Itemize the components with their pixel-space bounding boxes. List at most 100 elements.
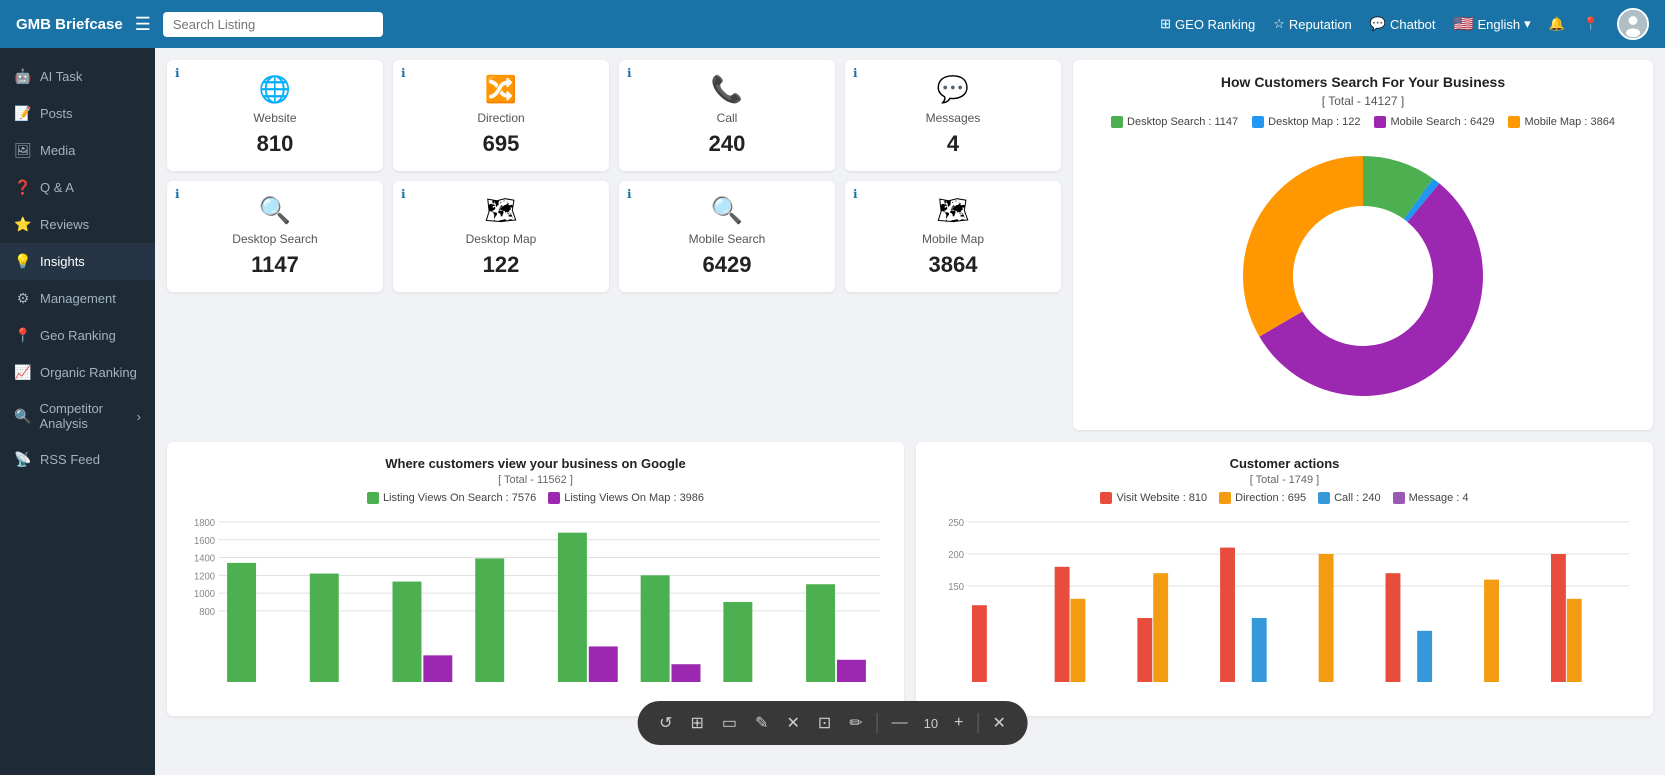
action-bar: [1055, 567, 1070, 682]
info-icon-desktop-map: ℹ: [401, 187, 406, 201]
sidebar-item-ai-task[interactable]: 🤖 AI Task: [0, 58, 155, 95]
legend-dot: [1374, 116, 1386, 128]
sidebar-item-competitor-analysis[interactable]: 🔍 Competitor Analysis ›: [0, 391, 155, 441]
legend-dot: [1252, 116, 1264, 128]
toolbar-close[interactable]: ✕: [986, 709, 1011, 737]
user-avatar[interactable]: [1617, 8, 1649, 40]
location-icon[interactable]: 📍: [1583, 16, 1599, 32]
legend-dot: [1219, 492, 1231, 504]
sidebar-item-organic-ranking[interactable]: 📈 Organic Ranking: [0, 354, 155, 391]
sidebar-label-organic-ranking: Organic Ranking: [40, 365, 137, 380]
sidebar-item-qa[interactable]: ❓ Q & A: [0, 169, 155, 206]
stat-card-call: ℹ 📞 Call 240: [619, 60, 835, 171]
bar-chart-1-svg: 18001600140012001000800: [181, 512, 890, 702]
stat-label-desktop-map: Desktop Map: [466, 232, 537, 246]
info-icon-website: ℹ: [175, 66, 180, 80]
legend-label: Desktop Search : 1147: [1127, 116, 1238, 128]
chart-legend-item: Listing Views On Map : 3986: [548, 492, 704, 504]
flag-icon: 🇺🇸: [1454, 14, 1474, 34]
info-icon-mobile-search: ℹ: [627, 187, 632, 201]
stats-column: ℹ 🌐 Website 810 ℹ 🔀 Direction 695 ℹ 📞 Ca…: [167, 60, 1061, 430]
action-bar: [1417, 631, 1432, 682]
sidebar-label-reviews: Reviews: [40, 217, 89, 232]
bar-chart-2-area: 250200150: [930, 512, 1639, 702]
toolbar-cross[interactable]: ✕: [780, 709, 805, 737]
stat-label-mobile-search: Mobile Search: [689, 232, 766, 246]
sidebar-label-posts: Posts: [40, 106, 73, 121]
stat-card-mobile-map: ℹ 🗺 Mobile Map 3864: [845, 181, 1061, 292]
svg-text:150: 150: [948, 582, 964, 593]
competitor-analysis-icon: 🔍: [14, 408, 31, 425]
bar-chart-1-area: 18001600140012001000800: [181, 512, 890, 702]
action-bar: [1319, 554, 1334, 682]
sidebar-item-posts[interactable]: 📝 Posts: [0, 95, 155, 132]
toolbar-plus[interactable]: +: [948, 710, 969, 736]
sidebar-label-rss-feed: RSS Feed: [40, 452, 100, 467]
svg-text:200: 200: [948, 550, 964, 561]
stat-label-call: Call: [717, 111, 738, 125]
toolbar-select[interactable]: ⊡: [812, 709, 837, 737]
notification-icon[interactable]: 🔔: [1549, 16, 1565, 32]
donut-legend: Desktop Search : 1147Desktop Map : 122Mo…: [1087, 116, 1639, 128]
search-input[interactable]: [163, 12, 383, 37]
legend-dot: [367, 492, 379, 504]
legend-label: Listing Views On Map : 3986: [564, 492, 704, 504]
donut-chart-card: How Customers Search For Your Business […: [1073, 60, 1653, 430]
toolbar-undo[interactable]: ↺: [653, 709, 678, 737]
legend-label: Desktop Map : 122: [1268, 116, 1360, 128]
action-bar: [1071, 599, 1086, 682]
qa-icon: ❓: [14, 179, 32, 196]
toolbar-count: 10: [920, 716, 942, 731]
legend-label: Call : 240: [1334, 492, 1380, 504]
stat-value-mobile-map: 3864: [929, 252, 978, 278]
sidebar-item-reviews[interactable]: ⭐ Reviews: [0, 206, 155, 243]
toolbar-arrow[interactable]: ✎: [749, 709, 774, 737]
sidebar-item-media[interactable]: 🖼 Media: [0, 132, 155, 169]
info-icon-direction: ℹ: [401, 66, 406, 80]
bar-map: [589, 646, 618, 682]
donut-legend-item: Desktop Map : 122: [1252, 116, 1360, 128]
toolbar-minus[interactable]: —: [886, 710, 914, 736]
sidebar-item-management[interactable]: ⚙ Management: [0, 280, 155, 317]
bar-search: [806, 584, 835, 682]
svg-text:1000: 1000: [194, 589, 216, 600]
sidebar-item-insights[interactable]: 💡 Insights: [0, 243, 155, 280]
chatbot-nav[interactable]: 💬 Chatbot: [1370, 16, 1436, 32]
chart-legend-item: Listing Views On Search : 7576: [367, 492, 536, 504]
organic-ranking-icon: 📈: [14, 364, 32, 381]
chart-legend-item: Direction : 695: [1219, 492, 1306, 504]
chevron-right-icon: ›: [137, 409, 141, 424]
stat-value-call: 240: [709, 131, 746, 157]
toolbar-pen[interactable]: ✏: [843, 709, 868, 737]
hamburger-icon[interactable]: ☰: [135, 14, 151, 35]
top-section: ℹ 🌐 Website 810 ℹ 🔀 Direction 695 ℹ 📞 Ca…: [167, 60, 1653, 430]
stat-label-mobile-map: Mobile Map: [922, 232, 984, 246]
bar-chart-2-card: Customer actions [ Total - 1749 ] Visit …: [916, 442, 1653, 716]
action-bar: [1551, 554, 1566, 682]
info-icon-mobile-map: ℹ: [853, 187, 858, 201]
language-nav[interactable]: 🇺🇸 English ▾: [1454, 14, 1531, 34]
insights-icon: 💡: [14, 253, 32, 270]
geo-ranking-nav[interactable]: ⊞ GEO Ranking: [1160, 16, 1255, 32]
sidebar-label-competitor-analysis: Competitor Analysis: [39, 401, 128, 431]
stat-icon-mobile-map: 🗺: [936, 195, 969, 226]
bar-map: [672, 664, 701, 682]
sidebar-item-rss-feed[interactable]: 📡 RSS Feed: [0, 441, 155, 478]
stat-icon-messages: 💬: [937, 74, 969, 105]
action-bar: [1567, 599, 1582, 682]
sidebar-item-geo-ranking[interactable]: 📍 Geo Ranking: [0, 317, 155, 354]
chatbot-icon: 💬: [1370, 16, 1386, 32]
legend-label: Direction : 695: [1235, 492, 1306, 504]
stat-card-desktop-map: ℹ 🗺 Desktop Map 122: [393, 181, 609, 292]
legend-dot: [1318, 492, 1330, 504]
media-icon: 🖼: [14, 142, 32, 159]
stat-label-desktop-search: Desktop Search: [232, 232, 317, 246]
toolbar-rect[interactable]: ▭: [716, 709, 743, 737]
toolbar-grid[interactable]: ⊞: [685, 709, 710, 737]
action-bar: [1386, 573, 1401, 682]
legend-label: Message : 4: [1409, 492, 1469, 504]
info-icon-messages: ℹ: [853, 66, 858, 80]
reputation-nav[interactable]: ☆ Reputation: [1273, 16, 1352, 32]
legend-label: Visit Website : 810: [1116, 492, 1207, 504]
action-bar: [1153, 573, 1168, 682]
